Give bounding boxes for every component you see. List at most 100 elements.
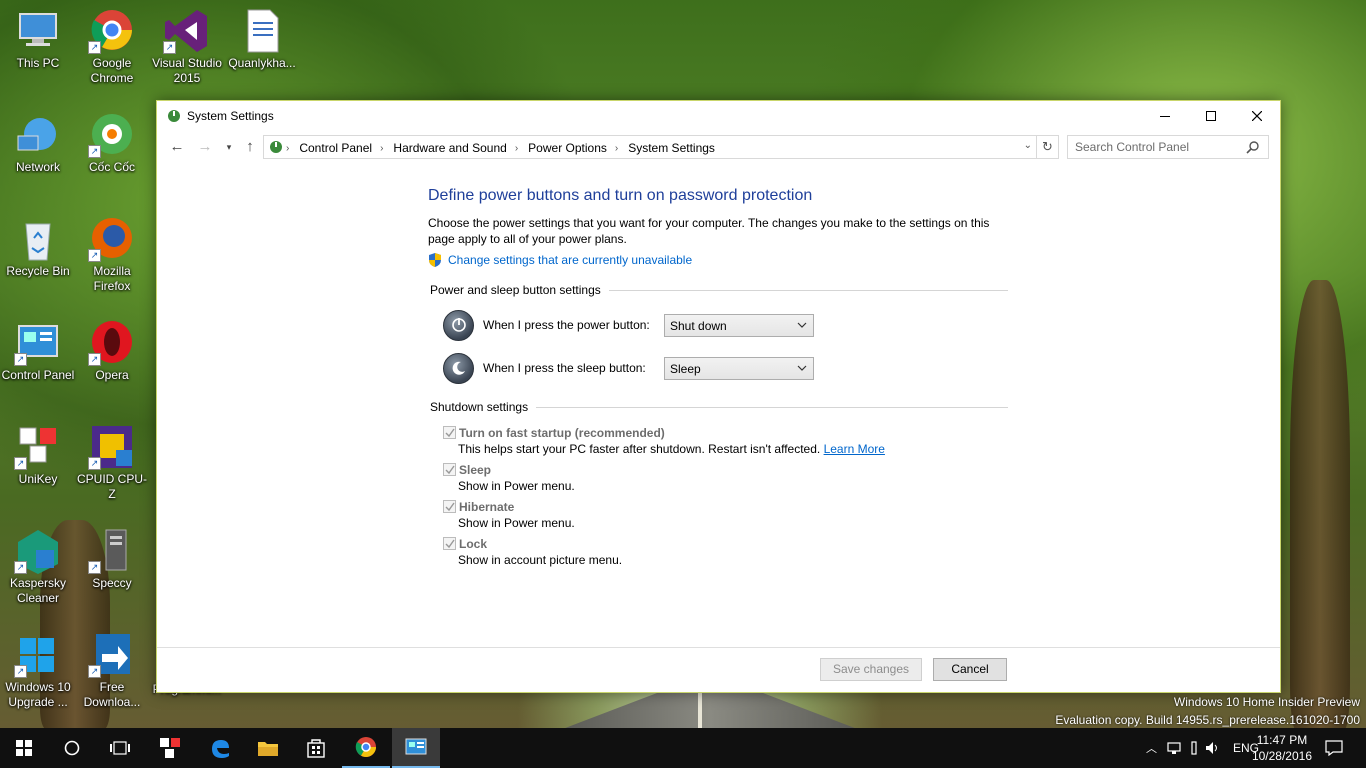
search-input[interactable] xyxy=(1068,136,1238,158)
desktop-icon-chrome[interactable]: ↗ Google Chrome xyxy=(74,8,150,86)
taskbar-chrome[interactable] xyxy=(342,728,390,768)
fast-startup-desc-text: This helps start your PC faster after sh… xyxy=(458,442,821,456)
desktop-icon-free-download[interactable]: ↗ Free Downloa... xyxy=(74,632,150,710)
desktop-icon-coccoc[interactable]: ↗ Cốc Cốc xyxy=(74,112,150,175)
section-title: Shutdown settings xyxy=(430,400,529,414)
change-settings-link-text[interactable]: Change settings that are currently unava… xyxy=(448,253,692,267)
hibernate-option: Hibernate Show in Power menu. xyxy=(443,498,1008,535)
power-icon[interactable] xyxy=(1189,741,1199,755)
sleep-checkbox[interactable] xyxy=(443,463,456,476)
system-tray: ︿ ENG xyxy=(1146,728,1259,768)
action-center-button[interactable] xyxy=(1310,728,1358,768)
volume-icon[interactable] xyxy=(1205,741,1221,755)
up-button[interactable]: ↑ xyxy=(240,138,260,155)
lock-checkbox[interactable] xyxy=(443,537,456,550)
clock[interactable]: 11:47 PM 10/28/2016 xyxy=(1252,732,1312,764)
save-changes-button[interactable]: Save changes xyxy=(820,658,922,681)
recent-locations-button[interactable]: ▾ xyxy=(219,142,239,153)
shortcut-arrow-icon: ↗ xyxy=(88,41,101,54)
minimize-button[interactable] xyxy=(1142,101,1188,131)
learn-more-link[interactable]: Learn More xyxy=(824,442,885,456)
breadcrumb-hardware-and-sound[interactable]: Hardware and Sound xyxy=(393,141,506,155)
taskbar-unikey[interactable] xyxy=(146,728,194,768)
lock-title: Lock xyxy=(459,536,488,551)
start-button[interactable] xyxy=(0,728,48,768)
desktop-icon-unikey[interactable]: ↗ UniKey xyxy=(0,424,76,487)
search-icon[interactable] xyxy=(1246,140,1260,154)
desktop-icon-cpuz[interactable]: ↗ CPUID CPU-Z xyxy=(74,424,150,502)
tree-trunk xyxy=(1290,280,1350,730)
breadcrumb-control-panel[interactable]: Control Panel xyxy=(299,141,372,155)
desktop-icon-visual-studio[interactable]: ↗ Visual Studio 2015 xyxy=(149,8,225,86)
change-settings-link[interactable]: Change settings that are currently unava… xyxy=(428,253,1008,267)
power-button-select[interactable]: Shut down xyxy=(664,313,814,337)
desktop-icon-this-pc[interactable]: This PC xyxy=(0,8,76,71)
desktop-icon-network[interactable]: Network xyxy=(0,112,76,175)
network-icon[interactable] xyxy=(1167,741,1183,755)
computer-icon xyxy=(14,8,62,54)
control-panel-icon xyxy=(405,738,427,755)
hibernate-checkbox-row: Hibernate xyxy=(443,498,1008,515)
chevron-down-icon xyxy=(797,322,807,328)
maximize-button[interactable] xyxy=(1188,101,1234,131)
clock-date: 10/28/2016 xyxy=(1251,749,1312,763)
watermark-line-1: Windows 10 Home Insider Preview xyxy=(1173,695,1360,709)
control-panel-icon xyxy=(270,141,282,153)
windows-logo-icon: ↗ xyxy=(14,632,62,678)
task-view-button[interactable] xyxy=(96,728,144,768)
system-settings-window: System Settings ← → ▾ ↑ › Control Panel … xyxy=(156,100,1281,693)
shortcut-arrow-icon: ↗ xyxy=(14,561,27,574)
desktop-icon-opera[interactable]: ↗ Opera xyxy=(74,320,150,383)
desktop-icon-label: Kaspersky Cleaner xyxy=(9,576,67,605)
refresh-button[interactable]: ↻ xyxy=(1036,136,1058,158)
shortcut-arrow-icon: ↗ xyxy=(88,249,101,262)
breadcrumb-system-settings[interactable]: System Settings xyxy=(628,141,715,155)
taskbar-edge[interactable] xyxy=(196,728,244,768)
cancel-button[interactable]: Cancel xyxy=(933,658,1007,681)
desktop-icon-recycle-bin[interactable]: Recycle Bin xyxy=(0,216,76,279)
close-button[interactable] xyxy=(1234,101,1280,131)
power-button-value: Shut down xyxy=(670,318,727,333)
sleep-button-row: When I press the sleep button: Sleep xyxy=(443,350,1008,386)
power-options-icon xyxy=(168,110,180,122)
taskbar-control-panel[interactable] xyxy=(392,728,440,768)
shortcut-arrow-icon: ↗ xyxy=(88,353,101,366)
sleep-button-select[interactable]: Sleep xyxy=(664,356,814,380)
taskbar-store[interactable] xyxy=(292,728,340,768)
desktop-icon-speccy[interactable]: ↗ Speccy xyxy=(74,528,150,591)
desktop-icon-quanlykha[interactable]: Quanlykha... xyxy=(224,8,300,71)
desktop-icon-label: Control Panel xyxy=(1,368,75,382)
lock-checkbox-row: Lock xyxy=(443,535,1008,552)
close-icon xyxy=(1252,111,1262,121)
task-view-icon xyxy=(110,741,130,755)
show-hidden-icons-button[interactable]: ︿ xyxy=(1146,740,1157,756)
desktop-icon-label: Speccy xyxy=(92,576,132,590)
power-button-section-header: Power and sleep button settings xyxy=(428,283,1008,297)
lock-description: Show in account picture menu. xyxy=(458,553,623,567)
desktop-icon-windows-upgrade[interactable]: ↗ Windows 10 Upgrade ... xyxy=(0,632,76,710)
desktop-icon-control-panel[interactable]: ↗ Control Panel xyxy=(0,320,76,383)
hibernate-checkbox[interactable] xyxy=(443,500,456,513)
sleep-option: Sleep Show in Power menu. xyxy=(443,461,1008,498)
shortcut-arrow-icon: ↗ xyxy=(88,145,101,158)
desktop-icon-kaspersky[interactable]: ↗ Kaspersky Cleaner xyxy=(0,528,76,606)
search-box[interactable] xyxy=(1067,135,1269,159)
desktop-icon-firefox[interactable]: ↗ Mozilla Firefox xyxy=(74,216,150,294)
road-line xyxy=(698,692,702,728)
hibernate-title: Hibernate xyxy=(459,499,515,514)
title-bar[interactable]: System Settings xyxy=(157,101,1280,131)
address-bar[interactable]: › Control Panel › Hardware and Sound › P… xyxy=(263,135,1059,159)
breadcrumb-power-options[interactable]: Power Options xyxy=(528,141,607,155)
speccy-icon: ↗ xyxy=(88,528,136,574)
window-title: System Settings xyxy=(187,109,274,123)
breadcrumb: › Control Panel › Hardware and Sound › P… xyxy=(286,141,715,155)
back-button[interactable]: ← xyxy=(167,138,187,155)
address-dropdown-icon[interactable]: ⌄ xyxy=(1024,140,1032,151)
cortana-icon xyxy=(64,740,80,756)
uac-shield-icon xyxy=(429,253,441,267)
forward-button[interactable]: → xyxy=(195,138,215,155)
taskbar-file-explorer[interactable] xyxy=(244,728,292,768)
search-button[interactable] xyxy=(48,728,96,768)
hibernate-description: Show in Power menu. xyxy=(458,516,575,530)
fast-startup-checkbox[interactable] xyxy=(443,426,456,439)
